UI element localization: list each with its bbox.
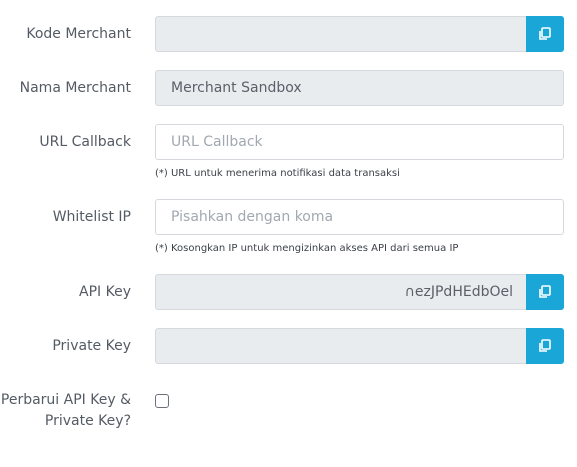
renew-keys-label-line1: Perbarui API Key & bbox=[0, 392, 131, 408]
url-callback-label: URL Callback bbox=[39, 134, 131, 150]
whitelist-ip-placeholder: Pisahkan dengan koma bbox=[171, 209, 334, 225]
copy-private-key-button[interactable] bbox=[526, 328, 564, 364]
kode-merchant-field[interactable] bbox=[155, 16, 564, 52]
copy-icon bbox=[539, 285, 551, 298]
url-callback-placeholder: URL Callback bbox=[171, 134, 263, 150]
nama-merchant-field[interactable]: Merchant Sandbox bbox=[155, 70, 564, 106]
whitelist-ip-input[interactable]: Pisahkan dengan koma bbox=[155, 199, 564, 235]
url-callback-input[interactable]: URL Callback bbox=[155, 124, 564, 160]
copy-api-key-button[interactable] bbox=[526, 274, 564, 310]
copy-kode-merchant-button[interactable] bbox=[526, 16, 564, 52]
url-callback-help: (*) URL untuk menerima notifikasi data t… bbox=[155, 168, 400, 179]
kode-merchant-label: Kode Merchant bbox=[26, 26, 131, 42]
copy-icon bbox=[539, 27, 551, 40]
kode-merchant-value bbox=[171, 17, 551, 51]
whitelist-ip-label: Whitelist IP bbox=[52, 209, 131, 225]
renew-keys-label-line2: Private Key? bbox=[44, 413, 131, 429]
private-key-field[interactable] bbox=[155, 328, 564, 364]
private-key-label: Private Key bbox=[52, 338, 131, 354]
api-key-field[interactable]: ∩ezJPdHEdbOel bbox=[155, 274, 564, 310]
private-key-value bbox=[171, 329, 551, 363]
api-key-value: ∩ezJPdHEdbOel bbox=[404, 284, 513, 300]
whitelist-ip-help: (*) Kosongkan IP untuk mengizinkan akses… bbox=[155, 243, 459, 254]
renew-keys-checkbox[interactable] bbox=[155, 394, 169, 408]
nama-merchant-label: Nama Merchant bbox=[19, 80, 131, 96]
api-key-label: API Key bbox=[79, 284, 131, 300]
copy-icon bbox=[539, 339, 551, 352]
nama-merchant-value: Merchant Sandbox bbox=[171, 80, 302, 96]
